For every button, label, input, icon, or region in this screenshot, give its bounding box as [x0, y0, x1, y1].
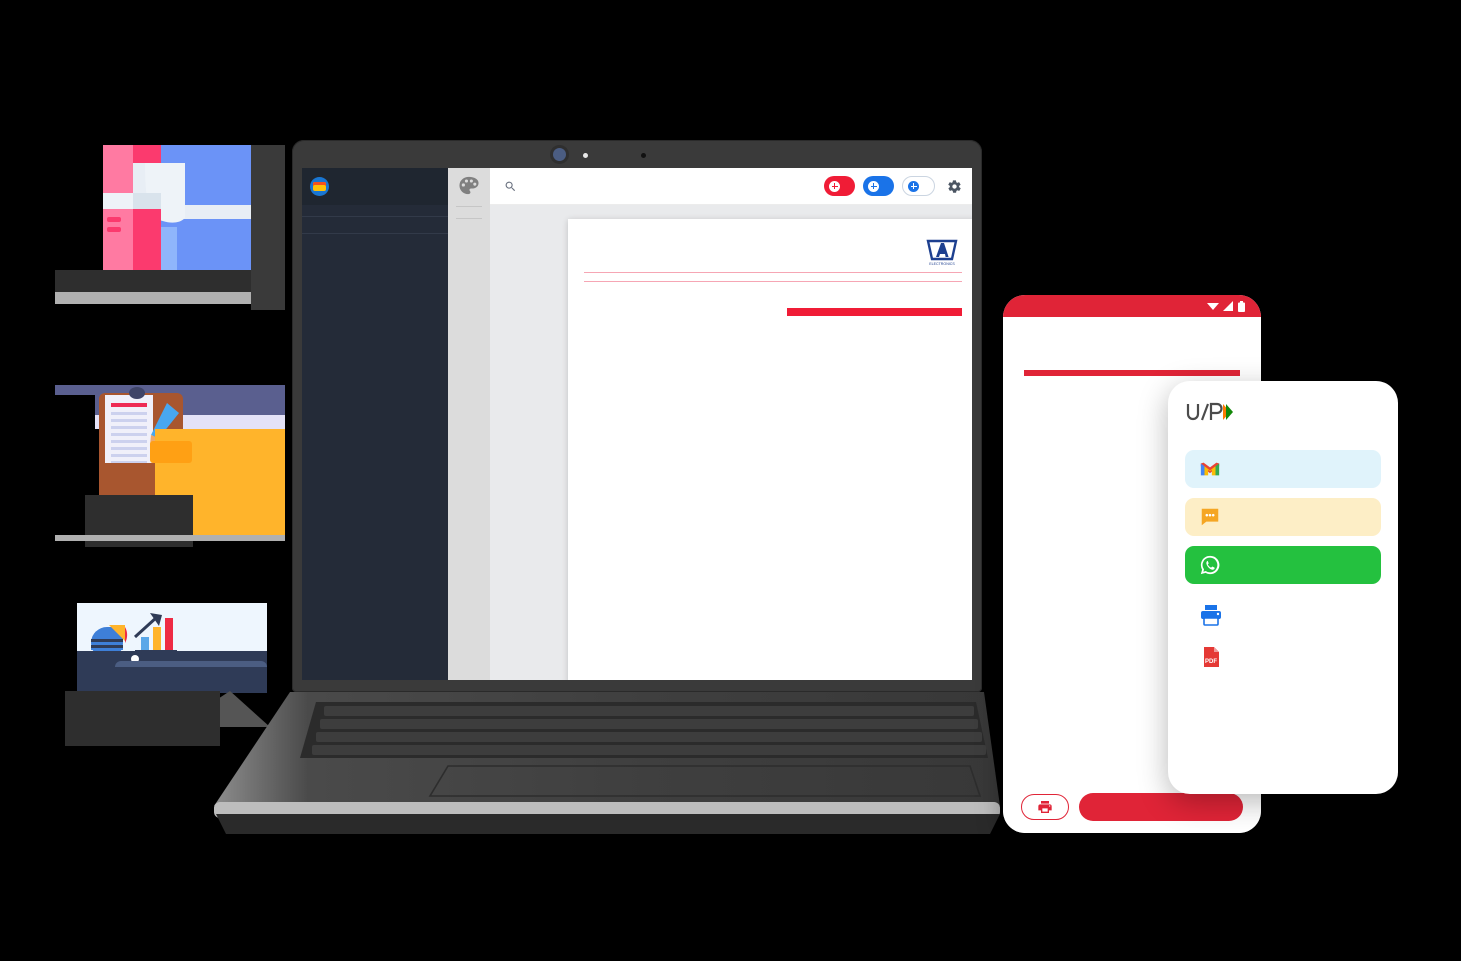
laptop-screen-shell: ELECTRONICS — [292, 140, 982, 692]
add-purchase-button[interactable] — [863, 176, 894, 196]
search-icon — [504, 180, 517, 193]
search-input[interactable] — [527, 180, 824, 192]
laptop-mockup: ELECTRONICS — [200, 140, 1000, 840]
action-print-invoice[interactable] — [1185, 594, 1381, 636]
palette-divider-2 — [456, 218, 482, 219]
invoice-summary-values — [787, 300, 962, 322]
settings-gear-icon[interactable] — [947, 179, 962, 194]
add-sale-button[interactable] — [824, 176, 855, 196]
palette-icon[interactable] — [458, 176, 480, 196]
pdf-icon: PDF — [1199, 645, 1223, 669]
plus-icon — [829, 180, 840, 192]
invoice-logo-icon: ELECTRONICS — [926, 239, 958, 266]
invoice-balance — [787, 319, 962, 322]
top-toolbar — [490, 168, 972, 205]
invoice-summary — [584, 300, 962, 322]
whatsapp-icon — [1199, 554, 1221, 576]
status-indicators — [1207, 300, 1249, 312]
gmail-icon — [1199, 458, 1221, 480]
sms-icon — [1199, 506, 1221, 528]
sidebar-divider-2 — [302, 233, 448, 234]
svg-text:ELECTRONICS: ELECTRONICS — [929, 262, 955, 266]
wifi-icon — [1207, 303, 1219, 310]
upi-logo-icon — [1186, 402, 1233, 421]
signal-icon — [1223, 301, 1233, 311]
share-option-email[interactable] — [1185, 450, 1381, 488]
brand-selector[interactable] — [302, 168, 448, 205]
plus-icon — [868, 180, 879, 192]
bezel-indicator-light — [583, 153, 588, 158]
upi-collect-payment-row[interactable] — [1185, 401, 1381, 423]
laptop-base — [214, 692, 1000, 834]
webcam-icon — [553, 148, 566, 161]
main-area: ELECTRONICS — [490, 168, 972, 680]
billing-app: ELECTRONICS — [302, 168, 972, 680]
invoice-sheet: ELECTRONICS — [568, 219, 972, 680]
invoice-grand-total — [787, 308, 962, 316]
sidebar-divider-1 — [302, 216, 448, 217]
plus-icon — [908, 180, 919, 192]
phone-grand-total — [1024, 370, 1240, 376]
sidebar — [302, 168, 448, 680]
printer-icon — [1038, 801, 1052, 813]
share-option-sms[interactable] — [1185, 498, 1381, 536]
phone-status-bar — [1003, 295, 1261, 317]
theme-palette-strip — [448, 168, 490, 680]
bezel-sensor — [641, 153, 646, 158]
sidebar-menu-secondary — [302, 222, 448, 226]
battery-icon — [1238, 300, 1245, 312]
printer-icon — [1199, 603, 1223, 627]
laptop-bezel — [292, 140, 982, 168]
phone-print-button[interactable] — [1021, 794, 1069, 820]
svg-text:PDF: PDF — [1205, 659, 1217, 665]
screenshot-stage: ELECTRONICS PDF — [0, 0, 1461, 961]
store-logo-icon — [310, 177, 329, 196]
action-download-pdf[interactable]: PDF — [1185, 636, 1381, 678]
laptop-display: ELECTRONICS — [302, 168, 972, 680]
share-option-whatsapp[interactable] — [1185, 546, 1381, 584]
invoice-totals-line — [584, 272, 962, 282]
phone-share-button[interactable] — [1079, 793, 1243, 821]
add-more-button[interactable] — [902, 176, 935, 196]
share-panel: PDF — [1168, 381, 1398, 794]
palette-divider-1 — [456, 206, 482, 207]
amount-in-words — [584, 300, 734, 322]
sidebar-menu-primary — [302, 205, 448, 209]
invoice-canvas: ELECTRONICS — [490, 205, 972, 680]
